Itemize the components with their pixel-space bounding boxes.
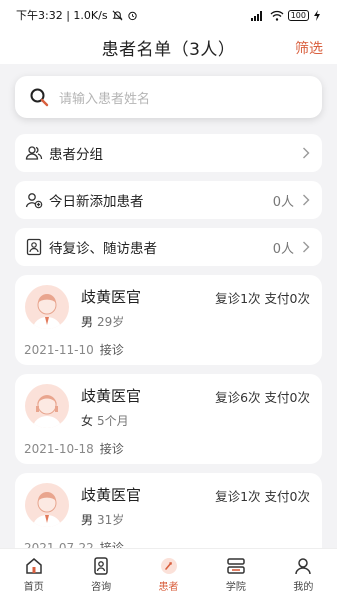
patient-age: 5个月	[97, 414, 129, 428]
row-label: 今日新添加患者	[49, 194, 144, 210]
bottom-tab-bar: 首页 咨询 患者 学院 我的	[0, 548, 337, 600]
patient-stats: 复诊1次 支付0次	[215, 291, 310, 306]
row-followup-patients[interactable]: 待复诊、随访患者 0人	[15, 228, 322, 266]
row-patient-group[interactable]: 患者分组	[15, 134, 322, 172]
header: 患者名单（3人） 筛选	[0, 30, 337, 64]
tab-label: 学院	[225, 582, 246, 593]
patient-age: 29岁	[97, 315, 125, 329]
patient-gender: 男	[81, 315, 94, 329]
tab-label: 患者	[158, 582, 179, 593]
mute-icon	[112, 10, 122, 20]
female-avatar-icon	[25, 384, 69, 428]
male-avatar-icon	[25, 483, 69, 527]
tab-profile[interactable]: 我的	[270, 549, 337, 600]
add-patient-icon	[25, 193, 43, 209]
tab-academy[interactable]: 学院	[202, 549, 269, 600]
visit-tag: 接诊	[99, 343, 124, 357]
visit-line: 2021-11-10 接诊	[24, 341, 124, 358]
row-count: 0人	[272, 194, 294, 210]
patient-info: 男 31岁	[81, 511, 124, 528]
row-today-new-patients[interactable]: 今日新添加患者 0人	[15, 181, 322, 219]
patient-age: 31岁	[97, 513, 125, 527]
wifi-icon	[270, 10, 284, 21]
visit-tag: 接诊	[99, 442, 124, 456]
tab-home[interactable]: 首页	[0, 549, 67, 600]
visit-line: 2021-10-18 接诊	[24, 440, 124, 457]
row-label: 待复诊、随访患者	[49, 241, 157, 257]
alarm-icon	[127, 11, 137, 20]
patient-info: 女 5个月	[81, 412, 129, 429]
academy-icon	[227, 558, 245, 574]
patient-stats: 复诊1次 支付0次	[215, 489, 310, 504]
patient-icon	[160, 558, 177, 574]
chevron-right-icon	[302, 144, 310, 163]
tab-label: 首页	[23, 582, 44, 593]
profile-icon	[295, 558, 312, 575]
chevron-right-icon	[302, 191, 310, 210]
patient-name: 歧黄医官	[81, 288, 142, 306]
status-time: 下午3:32 | 1.0K/s	[16, 9, 108, 22]
search-placeholder: 请输入患者姓名	[59, 91, 151, 107]
page-title: 患者名单（3人）	[101, 39, 236, 60]
group-icon	[25, 146, 43, 160]
chevron-right-icon	[302, 238, 310, 257]
row-count: 0人	[272, 241, 294, 257]
tab-label: 我的	[293, 582, 314, 593]
tab-consult[interactable]: 咨询	[67, 549, 134, 600]
tab-label: 咨询	[91, 582, 112, 593]
visit-date: 2021-10-18	[24, 442, 94, 456]
patient-name: 歧黄医官	[81, 486, 142, 504]
followup-icon	[26, 238, 42, 256]
tab-patients[interactable]: 患者	[135, 549, 202, 600]
row-label: 患者分组	[49, 147, 103, 163]
home-icon	[25, 558, 42, 574]
charging-icon	[314, 9, 320, 21]
male-avatar-icon	[25, 285, 69, 329]
patient-name: 歧黄医官	[81, 387, 142, 405]
search-icon	[30, 88, 49, 107]
status-bar: 下午3:32 | 1.0K/s 100	[0, 0, 337, 30]
patient-info: 男 29岁	[81, 313, 124, 330]
consult-icon	[94, 557, 108, 575]
search-input[interactable]: 请输入患者姓名	[15, 76, 322, 118]
patient-card[interactable]: 歧黄医官 复诊1次 支付0次 男 29岁 2021-11-10 接诊	[15, 275, 322, 365]
visit-date: 2021-11-10	[24, 343, 94, 357]
patient-card[interactable]: 歧黄医官 复诊6次 支付0次 女 5个月 2021-10-18 接诊	[15, 374, 322, 464]
patient-gender: 女	[81, 414, 94, 428]
status-right: 100	[250, 9, 321, 21]
patient-gender: 男	[81, 513, 94, 527]
patient-stats: 复诊6次 支付0次	[215, 390, 310, 405]
battery-indicator: 100	[287, 9, 309, 21]
signal-icon	[250, 10, 262, 21]
status-left: 下午3:32 | 1.0K/s	[16, 7, 138, 23]
filter-button[interactable]: 筛选	[295, 38, 323, 58]
